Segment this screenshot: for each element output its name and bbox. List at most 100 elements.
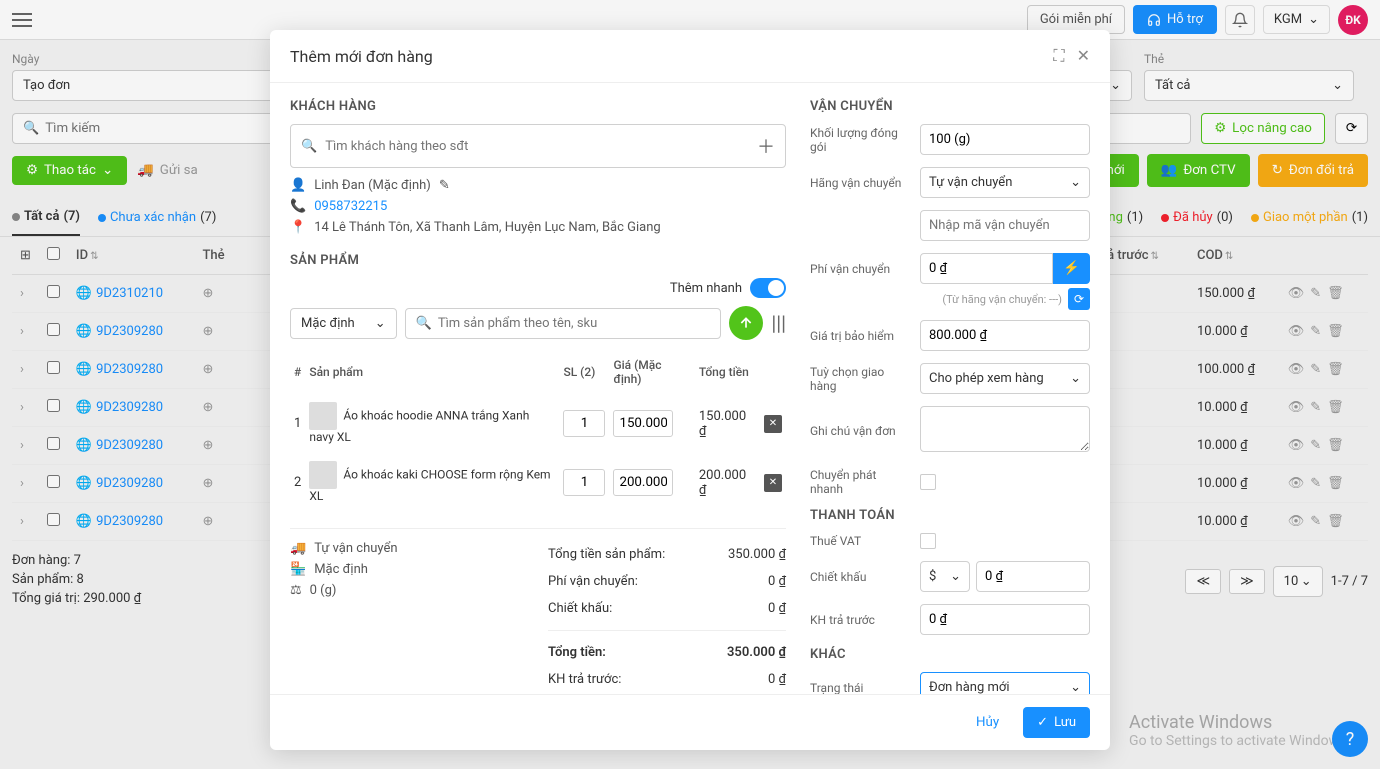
col-idx: # (290, 350, 305, 394)
shipfee-value: 0 ₫ (768, 574, 786, 589)
delivery-option-select[interactable]: Cho phép xem hàng ⌄ (920, 363, 1090, 394)
chevron-down-icon: ⌄ (375, 316, 386, 331)
qty-input[interactable] (563, 469, 605, 496)
status-label: Trạng thái (810, 681, 910, 695)
prepaid-label: KH trả trước: (548, 672, 621, 687)
barcode-icon[interactable]: ||| (771, 311, 786, 335)
shipfee-label: Phí vận chuyển: (548, 574, 638, 589)
expand-icon[interactable]: ⛶ (1053, 46, 1064, 66)
ship-fee-input[interactable] (920, 253, 1053, 284)
discount-unit: $ (929, 569, 936, 584)
carrier-select[interactable]: Tự vận chuyển⌄ (920, 167, 1090, 198)
shipping-section-title: Vận chuyển (810, 99, 1090, 114)
truck-icon: 🚚 (290, 541, 306, 556)
quick-add-label: Thêm nhanh (670, 281, 742, 296)
product-name: Áo khoác kaki CHOOSE form rộng Kem XL (309, 467, 550, 503)
phone-icon: 📞 (290, 199, 306, 214)
chevron-down-icon: ⌄ (1070, 680, 1081, 694)
product-name: Áo khoác hoodie ANNA trắng Xanh navy XL (309, 408, 529, 444)
insurance-label: Giá trị bảo hiểm (810, 329, 910, 343)
customer-search[interactable]: 🔍 ＋ (290, 124, 786, 168)
product-search-input[interactable] (438, 316, 711, 331)
fee-refresh-button[interactable]: ⟳ (1068, 288, 1090, 310)
product-section-title: Sản phẩm (290, 253, 786, 268)
location-icon: 📍 (290, 220, 306, 235)
express-checkbox[interactable] (920, 474, 936, 490)
weight-label: Khối lượng đóng gói (810, 126, 910, 154)
status-value: Đơn hàng mới (929, 680, 1010, 694)
weight-icon: ⚖ (290, 583, 302, 598)
close-icon[interactable]: ✕ (1077, 46, 1090, 66)
warehouse-value: Mặc định (301, 316, 355, 331)
customer-info: 👤Linh Đan (Mặc định) ✎ 📞0958732215 📍14 L… (290, 178, 786, 235)
warehouse-select[interactable]: Mặc định ⌄ (290, 308, 397, 339)
weight-input[interactable] (920, 124, 1090, 155)
discount-input[interactable] (976, 561, 1090, 592)
product-search[interactable]: 🔍 (405, 308, 722, 339)
discount-label: Chiết khấu: (548, 601, 612, 616)
save-button[interactable]: ✓ Lưu (1023, 707, 1090, 738)
product-idx: 2 (290, 453, 305, 512)
fee-flash-button[interactable]: ⚡ (1053, 253, 1090, 284)
col-total: Tổng tiền (695, 350, 760, 394)
product-total: 200.000 ₫ (695, 453, 760, 512)
vat-label: Thuế VAT (810, 534, 910, 548)
tracking-input[interactable] (920, 210, 1090, 241)
delivery-option-label: Tuỳ chọn giao hàng (810, 365, 910, 393)
search-icon: 🔍 (301, 139, 317, 154)
chevron-down-icon: ⌄ (950, 569, 961, 584)
ship-note-label: Ghi chú vận đơn (810, 424, 910, 438)
discount-unit-select[interactable]: $⌄ (920, 561, 970, 592)
cancel-button[interactable]: Hủy (964, 707, 1011, 738)
remove-product-button[interactable]: ✕ (764, 474, 782, 492)
subtotal-label: Tổng tiền sản phẩm: (548, 547, 665, 562)
col-qty: SL (2) (559, 350, 609, 394)
qty-input[interactable] (563, 410, 605, 437)
carrier-value: Tự vận chuyển (929, 175, 1012, 190)
delivery-option-value: Cho phép xem hàng (929, 371, 1044, 386)
customer-section-title: Khách hàng (290, 99, 786, 114)
shipping-summary: 🚚Tự vận chuyển 🏪Mặc định ⚖0 (g) (290, 541, 528, 694)
modal-overlay: Thêm mới đơn hàng ⛶ ✕ Khách hàng 🔍 ＋ 👤Li… (0, 0, 1380, 769)
plus-icon[interactable]: ＋ (757, 133, 775, 159)
modal-title: Thêm mới đơn hàng (290, 47, 433, 66)
total-value: 350.000 ₫ (727, 645, 786, 660)
other-section-title: Khác (810, 647, 1090, 662)
price-input[interactable] (613, 469, 673, 496)
product-row: 2 Áo khoác kaki CHOOSE form rộng Kem XL … (290, 453, 786, 512)
edit-icon[interactable]: ✎ (439, 178, 450, 193)
upload-button[interactable] (729, 306, 763, 340)
chevron-down-icon: ⌄ (1070, 371, 1081, 386)
payment-section-title: Thanh toán (810, 508, 1090, 523)
create-order-modal: Thêm mới đơn hàng ⛶ ✕ Khách hàng 🔍 ＋ 👤Li… (270, 30, 1110, 750)
status-select[interactable]: Đơn hàng mới ⌄ (920, 672, 1090, 694)
quick-add-toggle[interactable] (750, 278, 786, 298)
total-label: Tổng tiền: (548, 645, 606, 660)
search-icon: 🔍 (416, 316, 432, 331)
col-product: Sản phẩm (305, 350, 559, 394)
check-icon: ✓ (1037, 715, 1048, 730)
customer-phone[interactable]: 0958732215 (314, 199, 387, 214)
store-icon: 🏪 (290, 562, 306, 577)
discount-field-label: Chiết khấu (810, 570, 910, 584)
product-thumb (309, 402, 337, 430)
remove-product-button[interactable]: ✕ (764, 415, 782, 433)
totals-box: Tổng tiền sản phẩm: 350.000 ₫ Phí vận chu… (548, 541, 786, 694)
prepaid-input[interactable] (920, 604, 1090, 635)
prepaid-value: 0 ₫ (768, 672, 786, 687)
user-icon: 👤 (290, 178, 306, 193)
ship-note-input[interactable] (920, 406, 1090, 452)
price-input[interactable] (613, 410, 673, 437)
product-total: 150.000 ₫ (695, 394, 760, 453)
ship-weight: 0 (g) (310, 583, 337, 598)
ship-fee-label: Phí vận chuyển (810, 262, 910, 276)
col-price: Giá (Mặc định) (609, 350, 694, 394)
discount-value: 0 ₫ (768, 601, 786, 616)
product-idx: 1 (290, 394, 305, 453)
insurance-input[interactable] (920, 320, 1090, 351)
customer-search-input[interactable] (325, 139, 749, 154)
customer-address: 14 Lê Thánh Tôn, Xã Thanh Lâm, Huyện Lục… (314, 220, 661, 235)
carrier-label: Hãng vận chuyển (810, 176, 910, 190)
vat-checkbox[interactable] (920, 533, 936, 549)
subtotal-value: 350.000 ₫ (728, 547, 786, 562)
